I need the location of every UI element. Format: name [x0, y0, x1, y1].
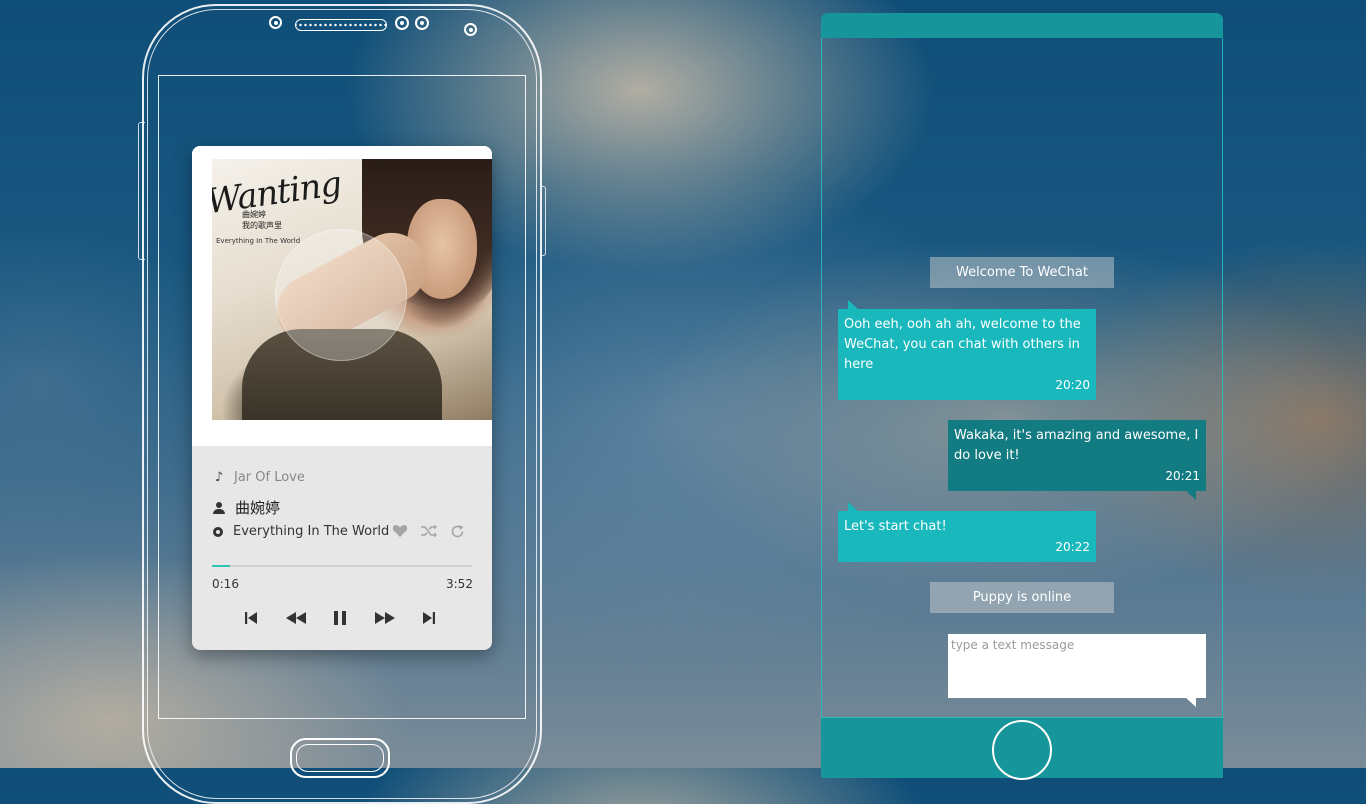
message-time: 20:21 — [1165, 469, 1200, 483]
cover-subtitle: Everything In The World — [216, 237, 301, 245]
person-icon — [213, 501, 225, 514]
current-time: 0:16 — [212, 577, 239, 591]
music-player-card: Wanting 曲婉婷 我的歌声里 Everything In The Worl… — [192, 146, 492, 650]
repeat-icon[interactable] — [450, 524, 465, 543]
album-cover: Wanting 曲婉婷 我的歌声里 Everything In The Worl… — [212, 159, 492, 420]
camera-icon — [395, 16, 409, 30]
total-time: 3:52 — [446, 577, 473, 591]
artist-name: 曲婉婷 — [235, 499, 281, 517]
welcome-banner: Welcome To WeChat — [930, 257, 1114, 288]
rewind-icon[interactable] — [285, 608, 307, 628]
skip-next-icon[interactable] — [418, 608, 440, 628]
chat-message-outgoing: Wakaka, it's amazing and awesome, I do l… — [948, 420, 1206, 500]
phone-home-button[interactable] — [290, 738, 390, 778]
message-text: Let's start chat! — [844, 519, 947, 534]
message-time: 20:22 — [1055, 540, 1090, 554]
chat-message-incoming: Let's start chat! 20:22 — [838, 502, 1096, 562]
message-input-box — [948, 634, 1206, 707]
artist-row: 曲婉婷 — [212, 497, 280, 518]
fast-forward-icon[interactable] — [374, 608, 396, 628]
heart-icon[interactable] — [392, 524, 408, 543]
playback-controls — [240, 608, 440, 628]
message-time: 20:20 — [1055, 378, 1090, 392]
chat-panel: Welcome To WeChat Ooh eeh, ooh ah ah, we… — [821, 13, 1223, 780]
light-sensor-icon — [415, 16, 429, 30]
cover-cn-line1: 曲婉婷 — [242, 210, 266, 219]
disc-icon — [213, 526, 223, 537]
song-row: ♪ Jar Of Love — [212, 470, 305, 485]
power-button — [540, 186, 546, 256]
album-area: Wanting 曲婉婷 我的歌声里 Everything In The Worl… — [192, 146, 492, 446]
cover-cn-text: 曲婉婷 我的歌声里 — [242, 209, 282, 231]
progress-bar[interactable] — [212, 565, 472, 567]
message-text: Ooh eeh, ooh ah ah, welcome to the WeCha… — [844, 317, 1081, 372]
music-note-icon: ♪ — [214, 470, 224, 485]
volume-button — [138, 122, 145, 260]
proximity-sensor-icon — [269, 16, 282, 29]
send-button[interactable] — [992, 720, 1052, 780]
front-flash-icon — [464, 23, 477, 36]
skip-previous-icon[interactable] — [240, 608, 262, 628]
message-text: Wakaka, it's amazing and awesome, I do l… — [954, 428, 1199, 463]
album-name: Everything In The World — [233, 524, 390, 539]
earpiece-speaker — [295, 19, 387, 31]
chat-footer — [821, 718, 1223, 780]
chat-header — [821, 13, 1223, 38]
online-status: Puppy is online — [930, 582, 1114, 613]
shuffle-icon[interactable] — [420, 524, 438, 543]
progress-fill — [212, 565, 231, 567]
cover-circle — [275, 229, 407, 361]
album-row: Everything In The World — [212, 524, 389, 539]
cover-cn-line2: 我的歌声里 — [242, 221, 282, 230]
chat-message-incoming: Ooh eeh, ooh ah ah, welcome to the WeCha… — [838, 300, 1096, 400]
message-input[interactable] — [948, 634, 1206, 698]
song-title: Jar Of Love — [234, 470, 305, 485]
track-actions — [392, 524, 465, 543]
pause-icon[interactable] — [329, 608, 351, 628]
